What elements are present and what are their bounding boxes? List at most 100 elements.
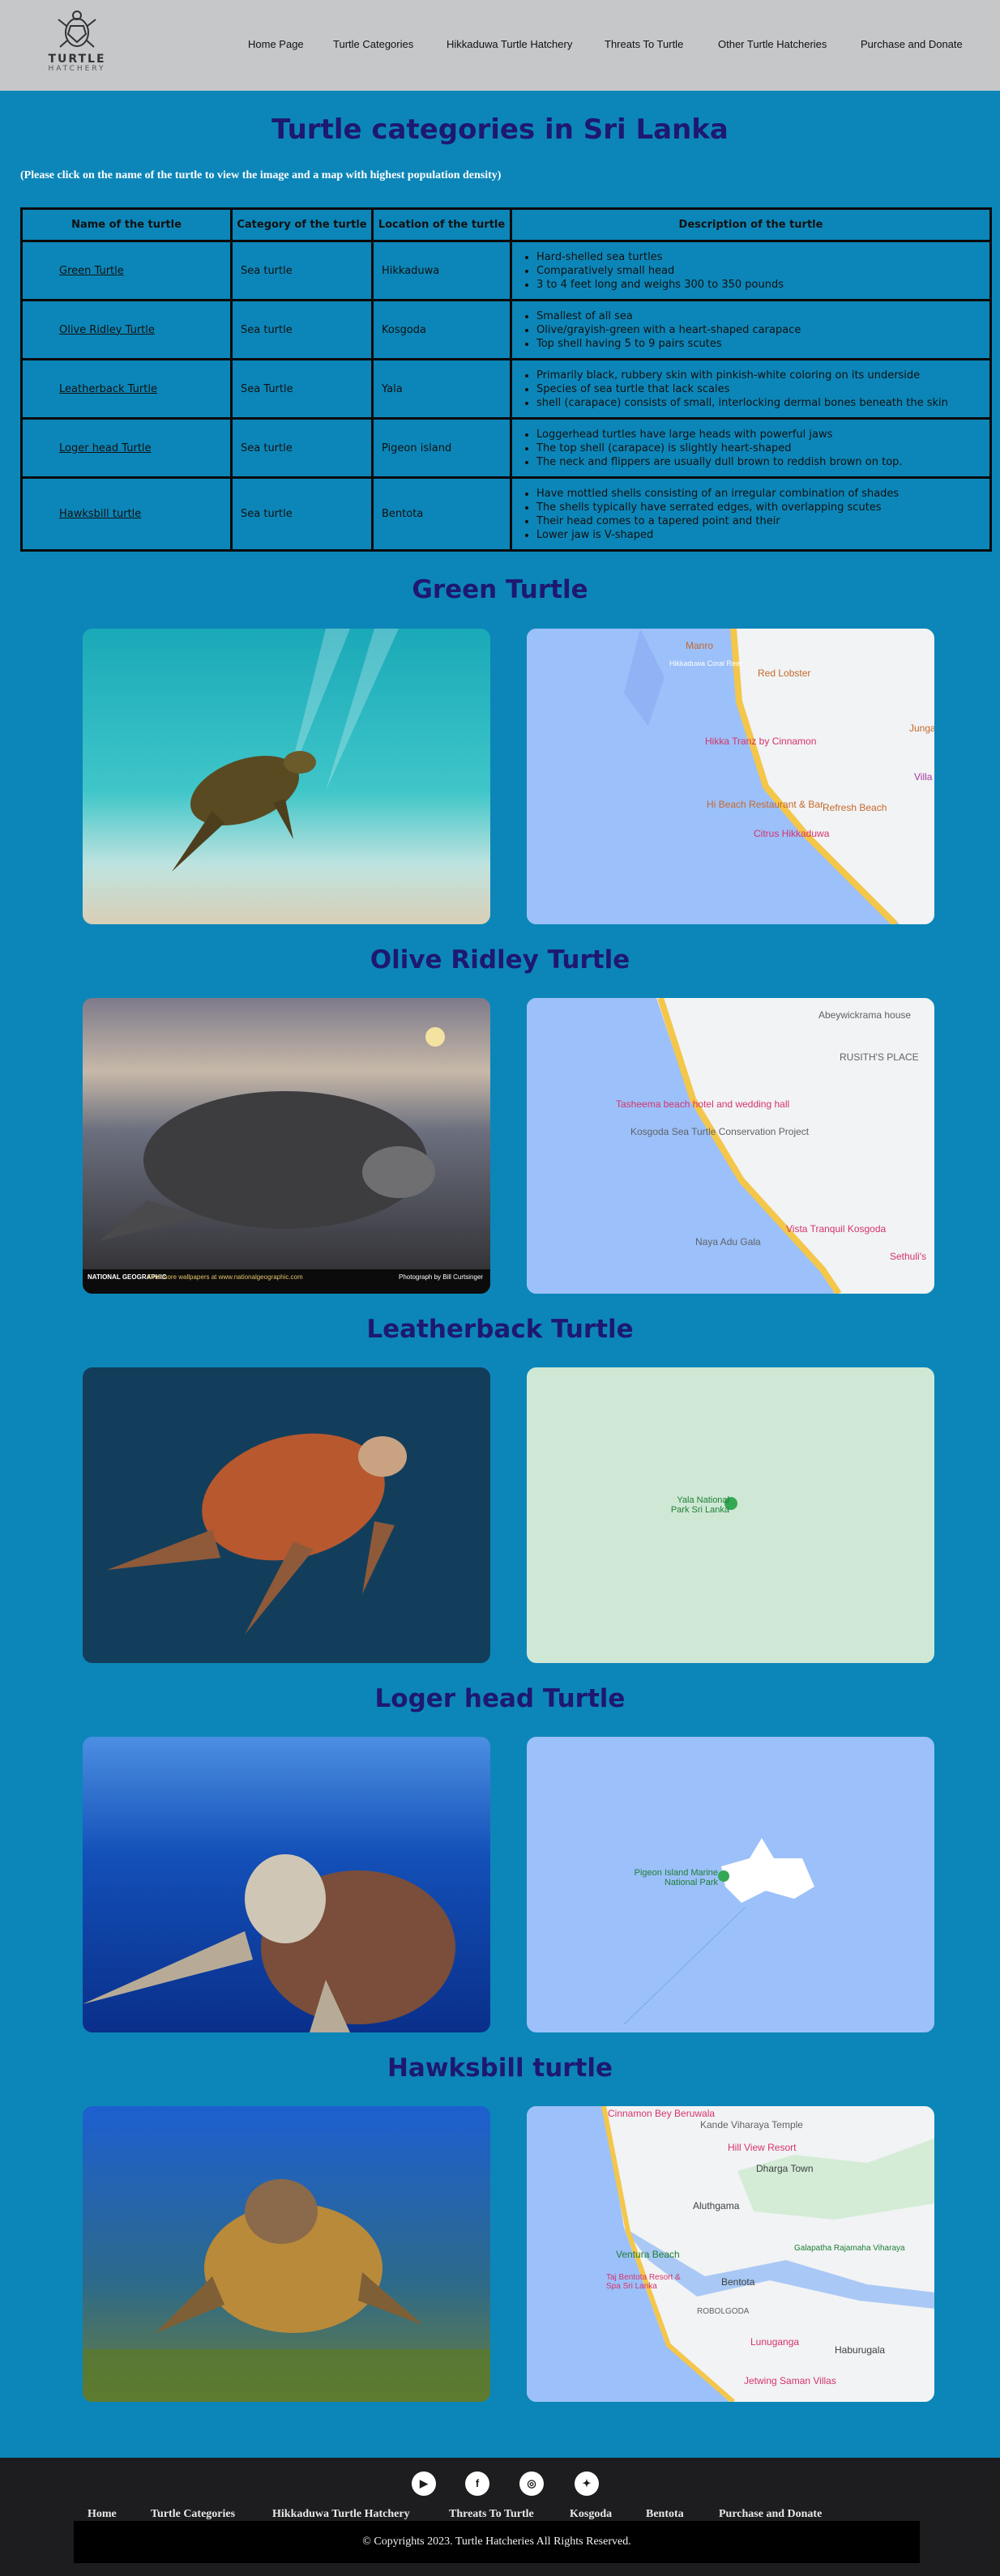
twitter-icon[interactable]: ✦ [575, 2472, 599, 2496]
map-label: Aluthgama [693, 2200, 740, 2211]
logo-text-sub: HATCHERY [48, 65, 106, 73]
instruction-text: (Please click on the name of the turtle … [20, 169, 502, 181]
link-loggerhead-turtle[interactable]: Loger head Turtle [59, 442, 152, 454]
green-turtle-photo[interactable] [83, 629, 490, 924]
map-label: Haburugala [835, 2344, 886, 2356]
desc-item: Smallest of all sea [536, 309, 981, 323]
map-label: Lunuganga [750, 2336, 800, 2348]
map-label: Ventura Beach [616, 2249, 680, 2260]
section-title-hawksbill: Hawksbill turtle [387, 2054, 613, 2083]
nav-purchase-donate[interactable]: Purchase and Donate [861, 38, 963, 50]
olive-ridley-photo[interactable]: NATIONAL GEOGRAPHIC Find more wallpapers… [83, 998, 490, 1294]
map-label: Kande Viharaya Temple [700, 2119, 803, 2130]
instagram-icon[interactable]: ◎ [519, 2472, 544, 2496]
site-logo[interactable]: TURTLE HATCHERY [41, 8, 113, 81]
desc-item: Hard-shelled sea turtles [536, 250, 981, 264]
nav-threats-to-turtle[interactable]: Threats To Turtle [605, 38, 683, 50]
desc-item: shell (carapace) consists of small, inte… [536, 396, 981, 410]
desc-item: Lower jaw is V-shaped [536, 528, 981, 542]
desc-item: Their head comes to a tapered point and … [536, 514, 981, 528]
map-label: Abeywickrama house [818, 1009, 912, 1021]
footer-link-hikkaduwa-hatchery[interactable]: Hikkaduwa Turtle Hatchery [272, 2508, 410, 2521]
nav-other-hatcheries[interactable]: Other Turtle Hatcheries [718, 38, 827, 50]
map-label: Tasheema beach hotel and wedding hall [616, 1098, 790, 1110]
desc-item: Comparatively small head [536, 264, 981, 278]
cell-category: Sea turtle [230, 476, 374, 552]
link-green-turtle[interactable]: Green Turtle [59, 265, 124, 277]
section-title-leatherback: Leatherback Turtle [366, 1315, 634, 1344]
desc-item: Loggerhead turtles have large heads with… [536, 428, 981, 441]
map-label: Refresh Beach [823, 802, 887, 813]
desc-item: Have mottled shells consisting of an irr… [536, 487, 981, 501]
leatherback-map[interactable]: Yala National Park Sri Lanka [527, 1367, 934, 1663]
cell-location: Bentota [371, 476, 512, 552]
link-hawksbill-turtle[interactable]: Hawksbill turtle [59, 508, 141, 520]
map-label: ROBOLGODA [697, 2307, 750, 2316]
footer-link-turtle-categories[interactable]: Turtle Categories [151, 2508, 235, 2521]
map-label: Red Lobster [758, 667, 811, 679]
link-leatherback-turtle[interactable]: Leatherback Turtle [59, 383, 157, 395]
loggerhead-photo[interactable] [83, 1737, 490, 2032]
map-label: Citrus Hikkaduwa [754, 828, 830, 839]
nav-turtle-categories[interactable]: Turtle Categories [333, 38, 413, 50]
leatherback-photo[interactable] [83, 1367, 490, 1663]
logo-text-main: TURTLE [48, 53, 106, 66]
footer-link-purchase-donate[interactable]: Purchase and Donate [719, 2508, 822, 2521]
cell-category: Sea turtle [230, 417, 374, 479]
header-category: Category of the turtle [230, 207, 374, 242]
facebook-icon[interactable]: f [465, 2472, 489, 2496]
header-description: Description of the turtle [510, 207, 992, 242]
map-label: Taj Bentota Resort & Spa Sri Lanka [606, 2273, 681, 2291]
map-label: Cinnamon Bey Beruwala [608, 2108, 716, 2119]
desc-item: Top shell having 5 to 9 pairs scutes [536, 337, 981, 351]
section-title-olive-ridley: Olive Ridley Turtle [370, 945, 630, 975]
nav-hikkaduwa-hatchery[interactable]: Hikkaduwa Turtle Hatchery [447, 38, 572, 50]
map-label: Bentota [721, 2276, 755, 2288]
cell-category: Sea Turtle [230, 358, 374, 420]
map-label: Manro [686, 640, 714, 651]
hawksbill-map[interactable]: Cinnamon Bey Beruwala Kande Viharaya Tem… [527, 2106, 934, 2402]
hawksbill-photo[interactable] [83, 2106, 490, 2402]
loggerhead-map[interactable]: Pigeon Island Marine National Park [527, 1737, 934, 2032]
map-label: Dharga Town [756, 2163, 814, 2174]
table-row: Green Turtle Sea turtle Hikkaduwa Hard-s… [20, 240, 992, 301]
header-name: Name of the turtle [20, 207, 233, 242]
olive-ridley-map[interactable]: Abeywickrama house RUSITH'S PLACE Tashee… [527, 998, 934, 1294]
map-label: RUSITH'S PLACE [840, 1051, 919, 1063]
cell-location: Kosgoda [371, 299, 512, 360]
map-label: Kosgoda Sea Turtle Conservation Project [630, 1126, 810, 1137]
cell-category: Sea turtle [230, 299, 374, 360]
map-label: Junga [909, 723, 934, 734]
map-label: Jetwing Saman Villas [744, 2375, 836, 2386]
green-turtle-map[interactable]: Manro Hikkaduwa Coral Reef Red Lobster H… [527, 629, 934, 924]
table-row: Olive Ridley Turtle Sea turtle Kosgoda S… [20, 299, 992, 360]
desc-item: The shells typically have serrated edges… [536, 501, 981, 514]
footer-link-bentota[interactable]: Bentota [646, 2508, 684, 2521]
map-label: Pigeon Island Marine National Park [634, 1868, 718, 1887]
cell-description: Smallest of all sea Olive/grayish-green … [510, 299, 992, 360]
desc-item: Species of sea turtle that lack scales [536, 382, 981, 396]
desc-item: The neck and flippers are usually dull b… [536, 455, 981, 469]
table-header-row: Name of the turtle Category of the turtl… [20, 207, 992, 242]
cell-location: Pigeon island [371, 417, 512, 479]
desc-item: The top shell (carapace) is slightly hea… [536, 441, 981, 455]
footer-link-threats[interactable]: Threats To Turtle [449, 2508, 534, 2521]
map-label: Villa [914, 771, 933, 783]
map-label: Naya Adu Gala [695, 1236, 761, 1247]
footer-link-kosgoda[interactable]: Kosgoda [570, 2508, 612, 2521]
youtube-icon[interactable]: ▶ [412, 2472, 436, 2496]
copyright-text: © Copyrights 2023. Turtle Hatcheries All… [362, 2535, 631, 2548]
nav-home-page[interactable]: Home Page [248, 38, 304, 50]
section-title-green-turtle: Green Turtle [412, 575, 588, 604]
link-olive-ridley-turtle[interactable]: Olive Ridley Turtle [59, 324, 155, 336]
map-label: Hikka Tranz by Cinnamon [705, 736, 817, 747]
table-row: Loger head Turtle Sea turtle Pigeon isla… [20, 417, 992, 479]
turtle-logo-icon [58, 11, 96, 48]
cell-location: Hikkaduwa [371, 240, 512, 301]
cell-location: Yala [371, 358, 512, 420]
desc-item: Primarily black, rubbery skin with pinki… [536, 369, 981, 382]
footer-link-home[interactable]: Home [88, 2508, 117, 2521]
cell-description: Loggerhead turtles have large heads with… [510, 417, 992, 479]
header-location: Location of the turtle [371, 207, 512, 242]
photo-caption-link: Find more wallpapers at www.nationalgeog… [147, 1273, 303, 1281]
